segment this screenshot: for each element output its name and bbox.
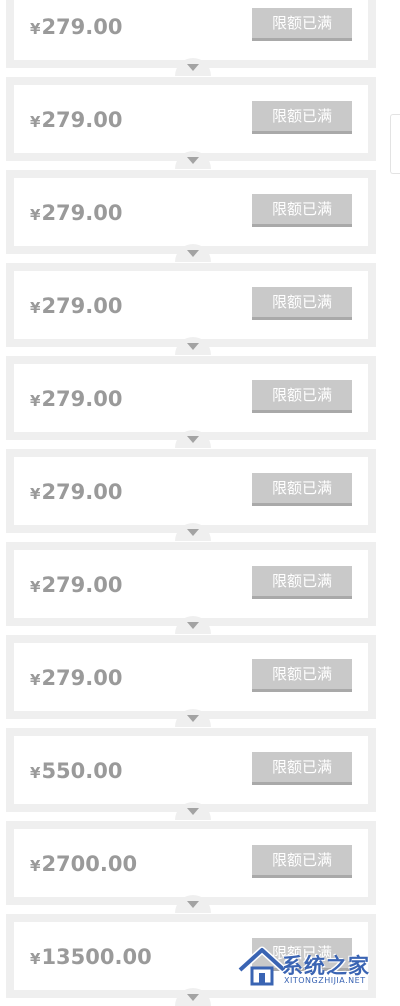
offer-price: ¥279.00	[30, 387, 122, 411]
offer-card: ¥279.00 限额已满	[6, 0, 376, 76]
chevron-down-icon	[187, 622, 199, 629]
watermark-subtext: XITONGZHIJIA.NET	[284, 976, 366, 985]
price-amount: 2700.00	[41, 852, 138, 876]
offer-card: ¥550.00 限额已满	[6, 728, 376, 820]
offer-price: ¥279.00	[30, 15, 122, 39]
offer-price: ¥13500.00	[30, 945, 152, 969]
limit-reached-button[interactable]: 限额已满	[252, 845, 352, 878]
offer-card-body: ¥279.00 限额已满	[14, 364, 368, 432]
expand-toggle[interactable]	[175, 616, 211, 634]
expand-toggle[interactable]	[175, 802, 211, 820]
limit-reached-button[interactable]: 限额已满	[252, 473, 352, 506]
offer-price: ¥279.00	[30, 573, 122, 597]
offer-card-body: ¥2700.00 限额已满	[14, 829, 368, 897]
chevron-down-icon	[187, 157, 199, 164]
chevron-down-icon	[187, 994, 199, 1001]
offer-card-body: ¥279.00 限额已满	[14, 643, 368, 711]
offer-price: ¥2700.00	[30, 852, 137, 876]
chevron-down-icon	[187, 250, 199, 257]
offer-price: ¥279.00	[30, 666, 122, 690]
chevron-down-icon	[187, 343, 199, 350]
price-amount: 279.00	[41, 294, 123, 318]
offer-card: ¥279.00 限额已满	[6, 263, 376, 355]
price-amount: 550.00	[41, 759, 123, 783]
limit-reached-button[interactable]: 限额已满	[252, 380, 352, 413]
currency-symbol: ¥	[30, 950, 41, 968]
currency-symbol: ¥	[30, 485, 41, 503]
currency-symbol: ¥	[30, 671, 41, 689]
limit-reached-button[interactable]: 限额已满	[252, 101, 352, 134]
offer-price: ¥279.00	[30, 201, 122, 225]
chevron-down-icon	[187, 715, 199, 722]
currency-symbol: ¥	[30, 20, 41, 38]
price-amount: 279.00	[41, 108, 123, 132]
offer-card: ¥279.00 限额已满	[6, 170, 376, 262]
currency-symbol: ¥	[30, 299, 41, 317]
currency-symbol: ¥	[30, 578, 41, 596]
offer-card-body: ¥279.00 限额已满	[14, 271, 368, 339]
chevron-down-icon	[187, 436, 199, 443]
limit-reached-button[interactable]: 限额已满	[252, 194, 352, 227]
side-panel-edge[interactable]	[390, 114, 400, 174]
offer-card: ¥279.00 限额已满	[6, 449, 376, 541]
offer-card: ¥2700.00 限额已满	[6, 821, 376, 913]
offer-card: ¥279.00 限额已满	[6, 542, 376, 634]
offer-card-body: ¥279.00 限额已满	[14, 85, 368, 153]
chevron-down-icon	[187, 808, 199, 815]
offer-price: ¥279.00	[30, 480, 122, 504]
currency-symbol: ¥	[30, 857, 41, 875]
limit-reached-button[interactable]: 限额已满	[252, 752, 352, 785]
expand-toggle[interactable]	[175, 988, 211, 1006]
price-amount: 279.00	[41, 201, 123, 225]
price-amount: 279.00	[41, 573, 123, 597]
limit-reached-button[interactable]: 限额已满	[252, 659, 352, 692]
offer-card-body: ¥550.00 限额已满	[14, 736, 368, 804]
offer-card-body: ¥279.00 限额已满	[14, 178, 368, 246]
price-amount: 13500.00	[41, 945, 152, 969]
expand-toggle[interactable]	[175, 58, 211, 76]
price-amount: 279.00	[41, 666, 123, 690]
expand-toggle[interactable]	[175, 244, 211, 262]
watermark: 系统之家 XITONGZHIJIA.NET	[236, 940, 396, 992]
limit-reached-button[interactable]: 限额已满	[252, 287, 352, 320]
currency-symbol: ¥	[30, 206, 41, 224]
price-amount: 279.00	[41, 15, 123, 39]
offer-price: ¥279.00	[30, 108, 122, 132]
limit-reached-button[interactable]: 限额已满	[252, 566, 352, 599]
currency-symbol: ¥	[30, 392, 41, 410]
offer-card: ¥279.00 限额已满	[6, 356, 376, 448]
currency-symbol: ¥	[30, 113, 41, 131]
expand-toggle[interactable]	[175, 709, 211, 727]
offer-card-body: ¥279.00 限额已满	[14, 457, 368, 525]
expand-toggle[interactable]	[175, 430, 211, 448]
price-amount: 279.00	[41, 387, 123, 411]
offer-card-body: ¥279.00 限额已满	[14, 550, 368, 618]
expand-toggle[interactable]	[175, 895, 211, 913]
offer-card: ¥279.00 限额已满	[6, 77, 376, 169]
offer-card-body: ¥279.00 限额已满	[14, 0, 368, 60]
currency-symbol: ¥	[30, 764, 41, 782]
chevron-down-icon	[187, 64, 199, 71]
expand-toggle[interactable]	[175, 337, 211, 355]
offer-price: ¥279.00	[30, 294, 122, 318]
expand-toggle[interactable]	[175, 523, 211, 541]
price-amount: 279.00	[41, 480, 123, 504]
expand-toggle[interactable]	[175, 151, 211, 169]
offer-card: ¥279.00 限额已满	[6, 635, 376, 727]
chevron-down-icon	[187, 901, 199, 908]
offer-price: ¥550.00	[30, 759, 122, 783]
limit-reached-button[interactable]: 限额已满	[252, 8, 352, 41]
chevron-down-icon	[187, 529, 199, 536]
